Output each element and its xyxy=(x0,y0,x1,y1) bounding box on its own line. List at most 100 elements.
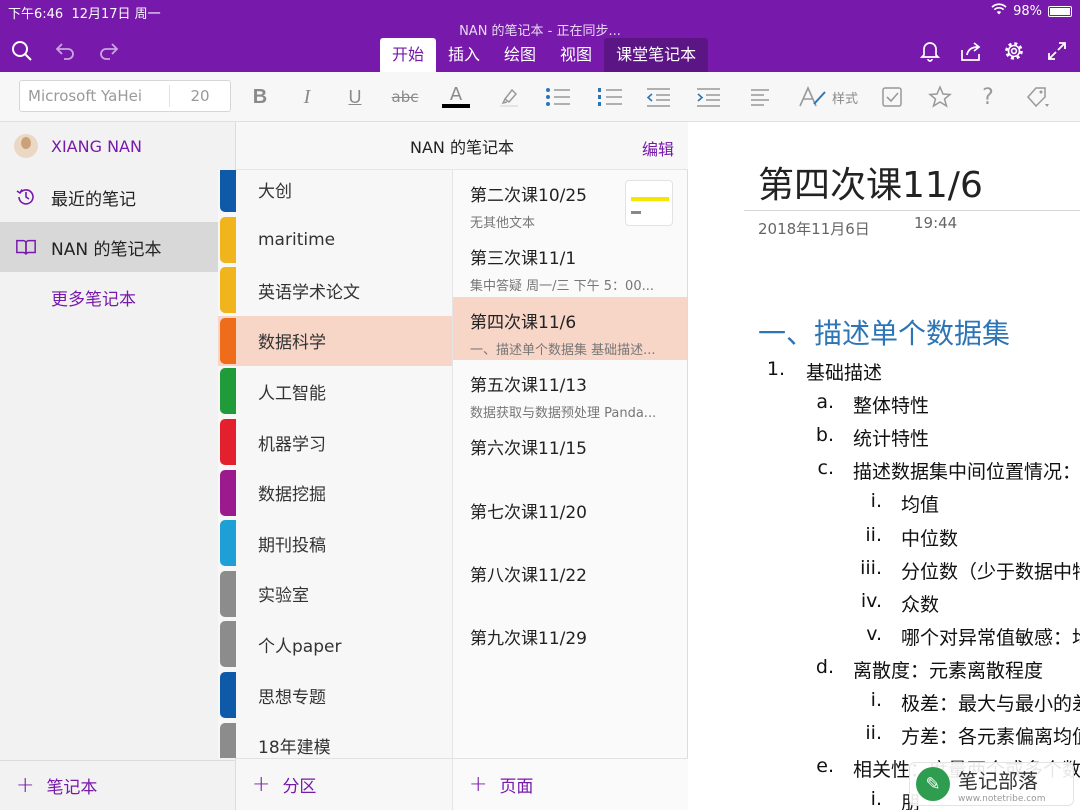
expand-icon[interactable] xyxy=(1044,38,1070,64)
watermark-logo: ✎ xyxy=(916,767,950,801)
underline-button[interactable]: U xyxy=(345,84,365,110)
italic-button[interactable]: I xyxy=(297,84,317,110)
font-color-button[interactable]: A xyxy=(441,84,471,110)
font-picker[interactable]: Microsoft YaHei 20 xyxy=(19,80,231,112)
list-marker: e. xyxy=(816,755,834,778)
section-tab[interactable]: 思想专题 xyxy=(218,670,452,720)
section-tab[interactable]: 大创 xyxy=(218,170,452,214)
page-date: 2018年11月6日 xyxy=(758,220,870,238)
share-icon[interactable] xyxy=(958,38,984,64)
list-marker: i. xyxy=(870,788,882,810)
add-section-label: 分区 xyxy=(282,777,317,797)
page-item[interactable]: 第八次课11/22 xyxy=(453,550,687,613)
section-tab[interactable]: maritime xyxy=(218,215,452,265)
font-color-swatch xyxy=(442,104,470,108)
battery-level xyxy=(1050,7,1070,15)
page-item[interactable]: 第五次课11/13 数据获取与数据预处理 Panda... xyxy=(453,360,687,423)
battery-icon xyxy=(1048,5,1072,17)
add-notebook-label: 笔记本 xyxy=(46,778,98,798)
section-color-tab xyxy=(220,267,236,314)
bold-button[interactable]: B xyxy=(250,84,270,110)
section-tab[interactable]: 人工智能 xyxy=(218,366,452,416)
section-color-tab xyxy=(220,216,236,263)
search-icon[interactable] xyxy=(9,38,35,64)
add-page-button[interactable]: + 页面 xyxy=(452,758,688,810)
section-label: 18年建模 xyxy=(258,738,331,758)
more-notebooks-link[interactable]: 更多笔记本 xyxy=(51,285,136,310)
section-color-tab xyxy=(220,672,236,718)
highlighter-icon[interactable] xyxy=(494,84,524,110)
section-tab[interactable]: 英语学术论文 xyxy=(218,265,452,315)
page-item[interactable]: 第四次课11/6 一、描述单个数据集 基础描述... xyxy=(453,296,687,360)
nav-recent-notes[interactable]: 最近的笔记 xyxy=(0,172,236,222)
checkbox-tag-icon[interactable] xyxy=(880,84,904,110)
section-tab[interactable]: 个人paper xyxy=(218,619,452,669)
page-item[interactable]: 第三次课11/1 集中答疑 周一/三 下午 5：00... xyxy=(453,233,687,296)
section-color-tab xyxy=(220,722,236,758)
add-section-button[interactable]: + 分区 xyxy=(236,758,452,810)
undo-icon[interactable] xyxy=(52,38,78,64)
outdent-icon[interactable] xyxy=(643,84,673,110)
font-color-letter: A xyxy=(449,84,463,105)
page-item-title: 第九次课11/29 xyxy=(470,629,587,650)
font-name-field[interactable]: Microsoft YaHei xyxy=(20,85,170,107)
list-marker: iv. xyxy=(860,589,882,612)
avatar xyxy=(14,134,38,158)
numbered-list-icon[interactable] xyxy=(595,84,625,110)
page-item-title: 第五次课11/13 xyxy=(470,375,587,396)
section-label: 英语学术论文 xyxy=(258,282,360,303)
page-item[interactable]: 第九次课11/29 xyxy=(453,613,687,676)
page-item[interactable]: 第七次课11/20 xyxy=(453,487,687,550)
tag-icon[interactable] xyxy=(1024,84,1054,110)
font-size-field[interactable]: 20 xyxy=(170,87,230,105)
list-marker: v. xyxy=(866,622,882,645)
page-title[interactable]: 第四次课11/6 xyxy=(758,156,983,208)
list-marker: c. xyxy=(817,457,835,480)
indent-icon[interactable] xyxy=(693,84,723,110)
star-icon[interactable] xyxy=(928,84,952,110)
tab-class-notebook[interactable]: 课堂笔记本 xyxy=(604,38,709,72)
align-left-icon[interactable] xyxy=(745,84,775,110)
page-item-title: 第三次课11/1 xyxy=(470,249,577,270)
section-tab[interactable]: 期刊投稿 xyxy=(218,518,452,568)
list-text: 方差：各元素偏离均值 xyxy=(901,726,1080,749)
list-text: 统计特性 xyxy=(853,428,930,451)
tab-insert[interactable]: 插入 xyxy=(436,38,492,72)
book-icon xyxy=(15,237,37,257)
page-item-title: 第七次课11/20 xyxy=(470,502,587,523)
page-item-title: 第六次课11/15 xyxy=(470,439,587,460)
section-list: 大创 maritime 英语学术论文 数据科学人工智能机器学习 数据挖掘 期刊投稿 实验室个… xyxy=(218,170,452,758)
section-tab[interactable]: 数据科学 xyxy=(218,315,452,366)
section-tab[interactable]: 实验室 xyxy=(218,569,452,619)
redo-icon[interactable] xyxy=(96,38,122,64)
plus-icon: + xyxy=(252,772,271,797)
styles-button[interactable]: 样式 xyxy=(793,84,863,110)
section-label: 人工智能 xyxy=(258,383,326,404)
page-item[interactable]: 第二次课10/25 无其他文本 xyxy=(453,170,687,233)
nav-notebook[interactable]: NAN 的笔记本 xyxy=(0,222,236,272)
note-heading[interactable]: 一、描述单个数据集 xyxy=(758,312,1010,352)
settings-icon[interactable] xyxy=(1001,38,1027,64)
bell-icon[interactable] xyxy=(917,38,943,64)
strikethrough-button[interactable]: abc xyxy=(390,84,420,110)
section-label: 数据科学 xyxy=(258,333,326,354)
section-tab[interactable]: 数据挖掘 xyxy=(218,468,452,518)
section-tab[interactable]: 机器学习 xyxy=(218,417,452,467)
tab-view[interactable]: 视图 xyxy=(548,38,604,72)
user-name: XIANG NAN xyxy=(51,136,142,156)
tab-home[interactable]: 开始 xyxy=(380,38,437,72)
window-title: NAN 的笔记本 - 正在同步... xyxy=(459,24,621,39)
section-tab[interactable]: 18年建模 xyxy=(218,721,452,758)
tab-draw[interactable]: 绘图 xyxy=(492,38,548,72)
help-button[interactable]: ? xyxy=(978,84,998,110)
note-canvas[interactable]: 第四次课11/6 2018年11月6日 19:44 一、描述单个数据集 1. 基础… xyxy=(688,122,1080,810)
watermark-name: 笔记部落 xyxy=(958,768,1038,793)
bullet-list-icon[interactable] xyxy=(543,84,573,110)
add-notebook-button[interactable]: + 笔记本 xyxy=(0,760,236,810)
title-bar: 下午6:46 12月17日 周一 NAN 的笔记本 - 正在同步... 98% … xyxy=(0,0,1080,72)
section-color-tab xyxy=(220,621,236,668)
user-account[interactable]: XIANG NAN xyxy=(0,122,236,170)
status-indicators: 98% xyxy=(991,3,1072,19)
page-item[interactable]: 第六次课11/15 xyxy=(453,423,687,486)
edit-button[interactable]: 编辑 xyxy=(642,136,674,160)
